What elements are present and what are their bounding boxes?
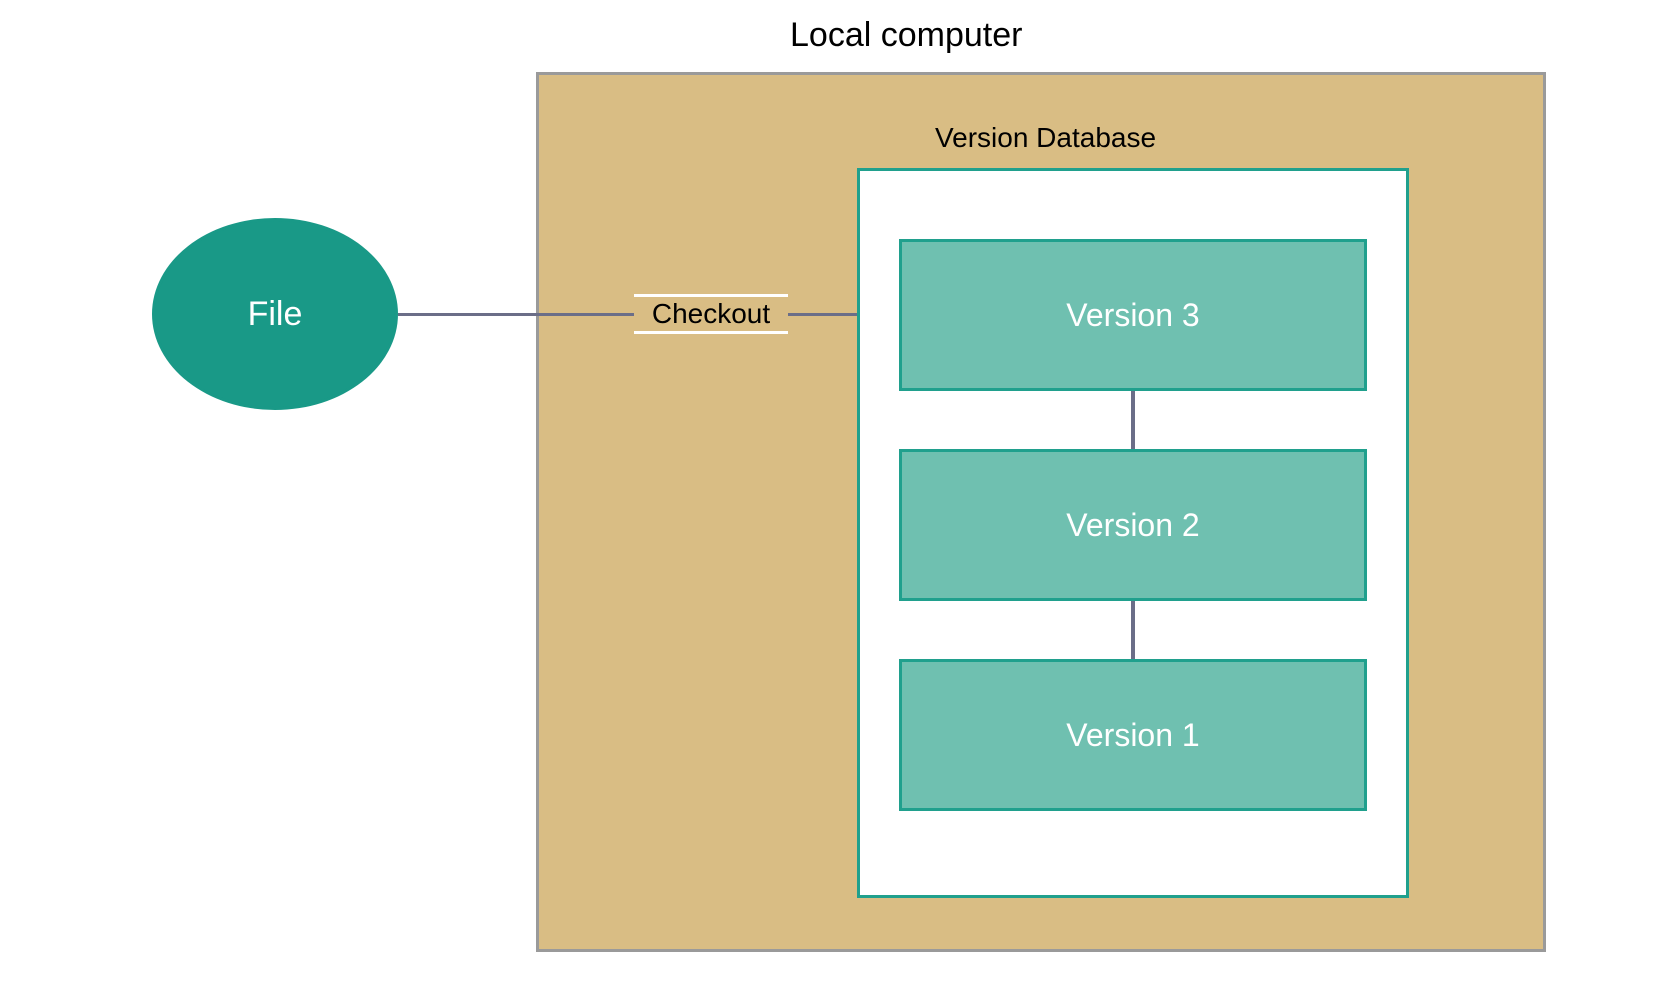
- file-node: File: [152, 218, 398, 410]
- checkout-label: Checkout: [652, 298, 770, 330]
- diagram-canvas: Local computer Checkout File Version Dat…: [0, 0, 1680, 989]
- local-computer-title: Local computer: [790, 16, 1022, 55]
- version-1-node: Version 1: [899, 659, 1367, 811]
- version-3-label: Version 3: [1066, 297, 1199, 334]
- version-2-node: Version 2: [899, 449, 1367, 601]
- file-label: File: [248, 295, 303, 334]
- connector-v2-v1: [1131, 601, 1135, 659]
- checkout-label-container: Checkout: [634, 294, 788, 334]
- version-3-node: Version 3: [899, 239, 1367, 391]
- version-database-title: Version Database: [935, 122, 1156, 154]
- version-1-label: Version 1: [1066, 717, 1199, 754]
- version-2-label: Version 2: [1066, 507, 1199, 544]
- connector-v3-v2: [1131, 391, 1135, 449]
